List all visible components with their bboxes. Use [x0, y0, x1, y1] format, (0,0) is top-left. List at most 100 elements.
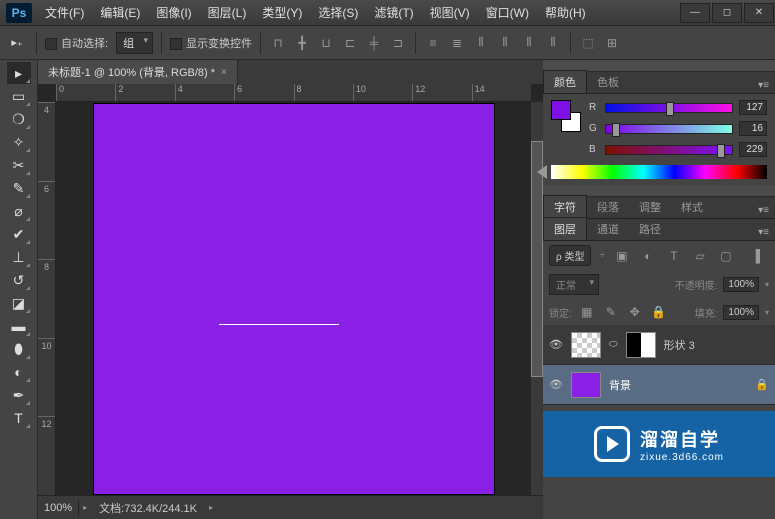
layer-row[interactable]: 👁 背景 🔒	[543, 365, 775, 405]
pen-tool[interactable]: ✒	[7, 384, 31, 406]
tab-color[interactable]: 颜色	[543, 70, 587, 93]
tab-character[interactable]: 字符	[543, 195, 587, 218]
menu-layer[interactable]: 图层(L)	[201, 0, 254, 25]
tab-layers[interactable]: 图层	[543, 217, 587, 240]
menu-window[interactable]: 窗口(W)	[479, 0, 536, 25]
align-top-icon[interactable]: ⊓	[269, 34, 287, 52]
menu-file[interactable]: 文件(F)	[38, 0, 91, 25]
blur-tool[interactable]: ⬮	[7, 338, 31, 360]
brush-tool[interactable]: ✔	[7, 223, 31, 245]
color-spectrum[interactable]	[551, 165, 767, 179]
filter-adjust-icon[interactable]: ◐	[639, 247, 657, 265]
scrollbar-vertical[interactable]	[531, 102, 543, 495]
healing-tool[interactable]: ⌀	[7, 200, 31, 222]
filter-type-icon[interactable]: T	[665, 247, 683, 265]
layer-thumbnail[interactable]	[571, 332, 601, 358]
filter-toggle-icon[interactable]: ▌	[751, 247, 769, 265]
filter-smart-icon[interactable]: ▢	[717, 247, 735, 265]
marquee-tool[interactable]: ▭	[7, 85, 31, 107]
menu-image[interactable]: 图像(I)	[149, 0, 198, 25]
b-slider[interactable]	[605, 145, 733, 155]
zoom-field[interactable]: 100%	[38, 500, 79, 516]
panel-menu-icon[interactable]: ▾≡	[752, 78, 775, 93]
tab-channels[interactable]: 通道	[587, 218, 629, 240]
distribute-icon[interactable]: ≣	[448, 34, 466, 52]
layer-name[interactable]: 形状 3	[664, 337, 695, 353]
color-swatches[interactable]	[551, 100, 581, 140]
distribute-icon[interactable]: ⦀	[496, 34, 514, 52]
tab-adjust[interactable]: 调整	[629, 196, 671, 218]
menu-help[interactable]: 帮助(H)	[538, 0, 593, 25]
minimize-button[interactable]: —	[680, 3, 710, 23]
layer-filter-dropdown[interactable]: ρ 类型	[549, 245, 591, 266]
lock-pixels-icon[interactable]: ✎	[602, 303, 620, 321]
foreground-swatch[interactable]	[551, 100, 571, 120]
filter-shape-icon[interactable]: ▱	[691, 247, 709, 265]
distribute-icon[interactable]: ⦀	[472, 34, 490, 52]
opacity-dropdown-icon[interactable]: ▾	[765, 280, 769, 289]
align-vcenter-icon[interactable]: ╋	[293, 34, 311, 52]
r-value[interactable]: 127	[739, 100, 767, 115]
fill-dropdown-icon[interactable]: ▾	[765, 308, 769, 317]
menu-filter[interactable]: 滤镜(T)	[367, 0, 420, 25]
gradient-tool[interactable]: ▬	[7, 315, 31, 337]
stamp-tool[interactable]: ⊥	[7, 246, 31, 268]
filter-image-icon[interactable]: ▣	[613, 247, 631, 265]
move-tool[interactable]: ▸	[7, 62, 31, 84]
maximize-button[interactable]: ◻	[712, 3, 742, 23]
mask-thumbnail[interactable]	[626, 332, 656, 358]
dodge-tool[interactable]: ◐	[7, 361, 31, 383]
canvas[interactable]	[94, 104, 494, 494]
tab-styles[interactable]: 样式	[671, 196, 713, 218]
menu-edit[interactable]: 编辑(E)	[93, 0, 147, 25]
type-tool[interactable]: T	[7, 407, 31, 429]
visibility-icon[interactable]: 👁	[549, 378, 563, 392]
move-tool-icon[interactable]: ▸₊	[6, 32, 28, 54]
fill-value[interactable]: 100%	[723, 305, 759, 320]
auto-select-dropdown[interactable]: 组	[116, 32, 153, 54]
visibility-icon[interactable]: 👁	[549, 338, 563, 352]
r-slider[interactable]	[605, 103, 733, 113]
lock-transparency-icon[interactable]: ▦	[578, 303, 596, 321]
menu-view[interactable]: 视图(V)	[423, 0, 477, 25]
align-right-icon[interactable]: ⊐	[389, 34, 407, 52]
menu-select[interactable]: 选择(S)	[311, 0, 365, 25]
crop-tool[interactable]: ✂	[7, 154, 31, 176]
panel-menu-icon[interactable]: ▾≡	[752, 203, 775, 218]
eraser-tool[interactable]: ◪	[7, 292, 31, 314]
zoom-dropdown-icon[interactable]: ▸	[79, 503, 91, 512]
distribute-icon[interactable]: ⦀	[544, 34, 562, 52]
lock-position-icon[interactable]: ✥	[626, 303, 644, 321]
lock-all-icon[interactable]: 🔒	[650, 303, 668, 321]
3d-icon[interactable]: ⊞	[603, 34, 621, 52]
canvas-viewport[interactable]	[56, 102, 531, 495]
distribute-icon[interactable]: ⦀	[520, 34, 538, 52]
distribute-icon[interactable]: ≡	[424, 34, 442, 52]
close-button[interactable]: ✕	[744, 3, 774, 23]
b-value[interactable]: 229	[739, 142, 767, 157]
menu-type[interactable]: 类型(Y)	[255, 0, 309, 25]
align-bottom-icon[interactable]: ⊔	[317, 34, 335, 52]
history-brush-tool[interactable]: ↺	[7, 269, 31, 291]
docinfo-dropdown-icon[interactable]: ▸	[205, 503, 217, 512]
lasso-tool[interactable]: ❍	[7, 108, 31, 130]
tab-swatches[interactable]: 色板	[587, 71, 629, 93]
show-transform-checkbox[interactable]: 显示变换控件	[170, 35, 252, 51]
g-value[interactable]: 16	[739, 121, 767, 136]
blend-mode-dropdown[interactable]: 正常	[549, 274, 599, 295]
panel-menu-icon[interactable]: ▾≡	[752, 225, 775, 240]
document-tab[interactable]: 未标题-1 @ 100% (背景, RGB/8) * ×	[38, 60, 238, 84]
tab-paths[interactable]: 路径	[629, 218, 671, 240]
auto-select-checkbox[interactable]: 自动选择:	[45, 35, 108, 51]
align-hcenter-icon[interactable]: ╪	[365, 34, 383, 52]
layer-thumbnail[interactable]	[571, 372, 601, 398]
opacity-value[interactable]: 100%	[723, 277, 759, 292]
wand-tool[interactable]: ✧	[7, 131, 31, 153]
layer-name[interactable]: 背景	[609, 377, 631, 393]
layer-row[interactable]: 👁 ⬭ 形状 3	[543, 325, 775, 365]
link-icon[interactable]: ⬭	[609, 339, 618, 350]
3d-icon[interactable]: ⬚	[579, 34, 597, 52]
eyedropper-tool[interactable]: ✎	[7, 177, 31, 199]
tab-paragraph[interactable]: 段落	[587, 196, 629, 218]
align-left-icon[interactable]: ⊏	[341, 34, 359, 52]
